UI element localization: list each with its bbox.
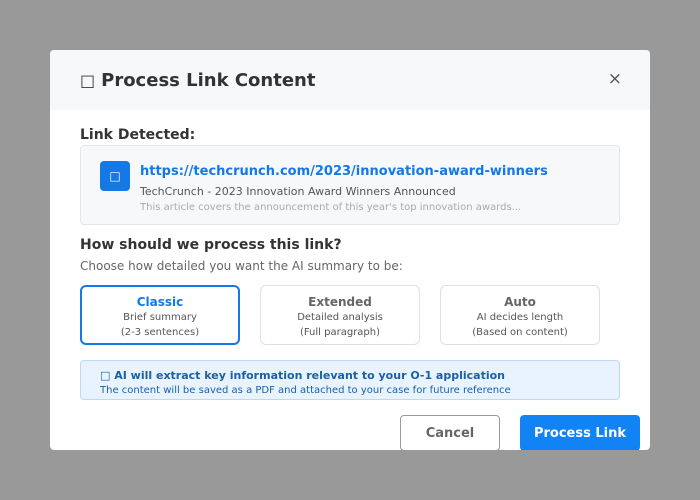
info-icon: □ [100, 369, 111, 382]
option-description-detail: (Full paragraph) [299, 327, 381, 338]
info-subtitle: The content will be saved as a PDF and a… [100, 385, 511, 396]
link-icon: □ [100, 161, 130, 191]
option-description: Brief summary [123, 312, 197, 323]
close-icon[interactable]: × [608, 69, 622, 89]
option-auto[interactable]: Auto AI decides length (Based on content… [440, 285, 600, 345]
modal-title: □ Process Link Content [80, 70, 315, 91]
option-title: Extended [308, 295, 372, 309]
option-classic[interactable]: Classic Brief summary (2-3 sentences) [80, 285, 240, 345]
modal-header: □ Process Link Content × [50, 50, 650, 110]
link-url[interactable]: https://techcrunch.com/2023/innovation-a… [140, 164, 548, 179]
info-title-text: AI will extract key information relevant… [114, 369, 506, 382]
process-link-button[interactable]: Process Link [520, 415, 640, 450]
cancel-button[interactable]: Cancel [400, 415, 500, 450]
info-title: □ AI will extract key information releva… [100, 369, 505, 382]
link-description: This article covers the announcement of … [140, 202, 522, 213]
link-source: TechCrunch - 2023 Innovation Award Winne… [140, 185, 456, 198]
option-description-detail: (Based on content) [472, 327, 568, 338]
link-card: □ https://techcrunch.com/2023/innovation… [80, 145, 620, 225]
option-description-detail: (2-3 sentences) [120, 327, 200, 338]
link-detected-label: Link Detected: [80, 127, 196, 143]
info-banner: □ AI will extract key information releva… [80, 360, 620, 400]
option-description: AI decides length [476, 312, 564, 323]
process-subtitle: Choose how detailed you want the AI summ… [80, 259, 403, 273]
link-icon: □ [80, 70, 96, 90]
option-extended[interactable]: Extended Detailed analysis (Full paragra… [260, 285, 420, 345]
option-title: Auto [504, 295, 536, 309]
modal-title-text: Process Link Content [101, 69, 316, 91]
process-question: How should we process this link? [80, 237, 342, 253]
option-description: Detailed analysis [297, 312, 383, 323]
option-title: Classic [136, 295, 184, 309]
process-link-modal: □ Process Link Content × Link Detected: … [50, 50, 650, 450]
